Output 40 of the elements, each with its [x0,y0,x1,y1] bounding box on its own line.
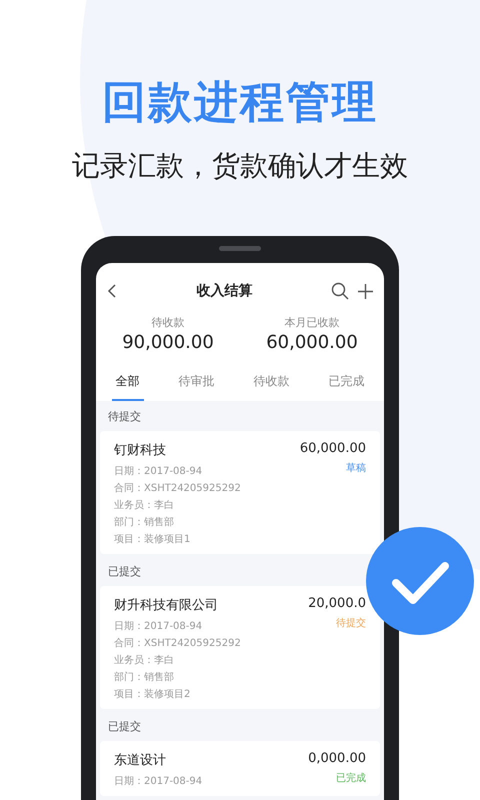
payment-card[interactable]: 财升科技有限公司 日期：2017-08-94 合同：XSHT24205925292 业务员：李白 部门：销售部 项目：装修项目2 20,000.0 待提交 [100,586,380,709]
detail-text: 业务员：李白 [114,654,175,667]
speaker-slot [219,246,261,251]
status-label: 草稿 [346,462,366,475]
stat-value: 90,000.00 [122,332,214,353]
status-label: 已完成 [336,772,366,785]
payment-card[interactable]: 东道设计 日期：2017-08-94 0,000.00 已完成 [100,741,380,796]
section-header: 已提交 [107,564,142,580]
section-header: 待提交 [107,409,142,425]
status-label: 待提交 [336,616,366,630]
detail-text: 项目：装修项目2 [114,688,192,701]
detail-text: 日期：2017-08-94 [114,465,204,478]
detail-text: 部门：销售部 [114,671,175,684]
payment-card[interactable]: 钉财科技 日期：2017-08-94 合同：XSHT24205925292 业务员：李白 部门：销售部 项目：装修项目1 60,000.00 草稿 [100,431,380,554]
detail-text: 部门：销售部 [114,516,175,529]
company-name: 钉财科技 [114,442,167,459]
company-name: 东道设计 [114,752,167,769]
back-icon[interactable] [106,283,118,299]
amount: 60,000.00 [300,441,366,456]
detail-text: 合同：XSHT24205925292 [114,482,241,495]
stat-value: 60,000.00 [266,332,358,353]
detail-text: 合同：XSHT24205925292 [114,637,241,650]
screen-title: 收入结算 [196,282,252,300]
headline: 回款进程管理 [102,76,378,130]
add-icon[interactable] [357,282,374,300]
detail-text: 业务员：李白 [114,499,175,512]
detail-text: 日期：2017-08-94 [114,620,204,633]
search-icon[interactable] [331,282,349,300]
tab[interactable]: 待审批 [174,371,218,401]
detail-text: 项目：装修项目1 [114,533,192,546]
amount: 20,000.0 [308,596,366,611]
company-name: 财升科技有限公司 [114,597,219,614]
stat-label: 本月已收款 [284,315,340,330]
amount: 0,000.00 [308,751,366,766]
detail-text: 日期：2017-08-94 [114,775,202,788]
tab[interactable]: 已完成 [324,371,368,401]
subtitle: 记录汇款，货款确认才生效 [72,148,408,184]
stat-label: 待收款 [152,315,184,330]
section-header: 已提交 [107,719,142,735]
tab[interactable]: 待收款 [250,371,294,401]
